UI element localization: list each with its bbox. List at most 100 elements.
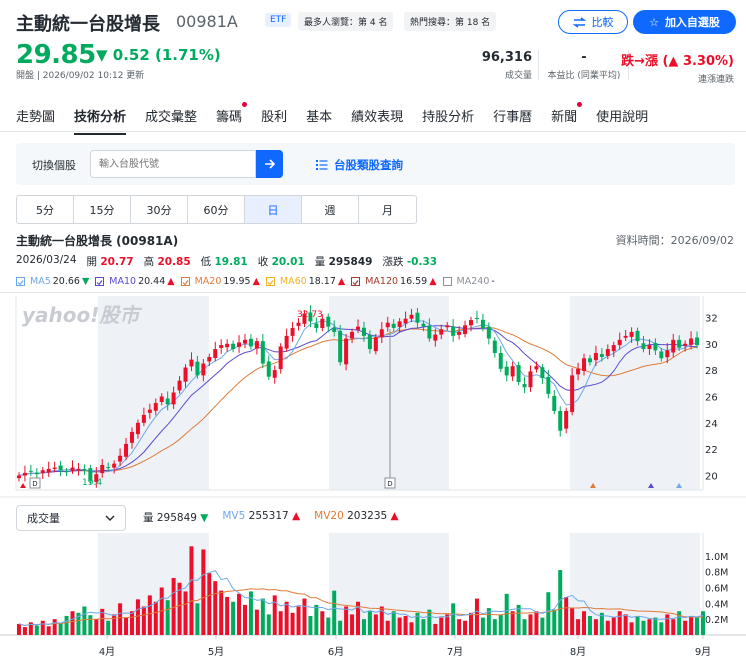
candle-body: [415, 312, 420, 323]
period-1[interactable]: 15分: [74, 196, 131, 223]
indicator-select[interactable]: 成交量: [16, 505, 126, 531]
volume-bar: [34, 625, 39, 635]
candle-body: [100, 464, 105, 474]
candle-body: [409, 314, 414, 319]
ohlc-high: 高 20.85: [144, 254, 191, 269]
period-3[interactable]: 60分: [188, 196, 245, 223]
volume-bar: [112, 614, 117, 635]
category-query-label: 台股類股查詢: [334, 158, 403, 172]
ma-item-5[interactable]: MA240-: [442, 276, 497, 287]
candle-body: [629, 331, 634, 337]
price-axis-tick: 30: [705, 340, 718, 351]
checkbox-icon: [351, 277, 361, 286]
stat-streak-label: 連漲連跌: [697, 75, 734, 85]
volume-bar: [219, 590, 224, 635]
volume-bar: [332, 590, 337, 635]
volume-bar: [284, 601, 289, 635]
volume-bar: [350, 614, 355, 635]
close-label: 收: [257, 256, 269, 268]
candle-body: [439, 329, 444, 335]
volume-info: 量 295849 ▼ MV5 255317 ▲ MV20 203235 ▲: [143, 510, 399, 525]
candle-body: [623, 335, 628, 338]
candle-body: [522, 384, 527, 388]
volume-bar: [421, 619, 426, 635]
compare-button[interactable]: 比較: [558, 10, 628, 34]
period-2[interactable]: 30分: [131, 196, 188, 223]
candle-body: [237, 342, 242, 347]
volume-bar: [647, 619, 652, 635]
volume-bar: [82, 606, 87, 635]
ohlc-close: 收 20.01: [258, 254, 305, 269]
candle-body: [34, 472, 39, 475]
candle-body: [177, 380, 182, 391]
price-axis-tick: 32: [705, 313, 718, 324]
volume-bar: [237, 593, 242, 635]
list-icon: [316, 160, 328, 170]
mv5-value: 255317: [248, 510, 289, 522]
candle-body: [671, 339, 676, 353]
candle-body: [463, 325, 468, 335]
period-5[interactable]: 週: [302, 196, 359, 223]
tab-divider: [0, 131, 746, 132]
volume-bar: [665, 614, 670, 635]
candle-body: [611, 345, 616, 352]
volume-bar: [141, 606, 146, 635]
period-6[interactable]: 月: [359, 196, 416, 223]
ohlc-change: 漲跌 -0.33: [382, 254, 437, 269]
volume-bar: [617, 611, 622, 635]
mv20-arrow: ▲: [390, 510, 399, 522]
volume-bar: [153, 601, 158, 635]
candle-body: [28, 470, 33, 472]
candle-body: [683, 343, 688, 346]
candle-body: [582, 358, 587, 371]
candle-body: [46, 468, 51, 473]
volume-bar: [469, 612, 474, 635]
ma-name: MA60: [279, 276, 307, 287]
ma-item-2[interactable]: MA20 19.95 ▲: [180, 276, 260, 287]
period-4[interactable]: 日: [245, 196, 302, 223]
candle-body: [391, 323, 396, 328]
candle-body: [213, 349, 218, 359]
volume-bar: [361, 619, 366, 635]
stock-search-input[interactable]: [90, 150, 256, 178]
ma-item-4[interactable]: MA120 16.59 ▲: [351, 276, 437, 287]
candle-body: [70, 467, 75, 471]
price-axis-tick: 22: [705, 445, 718, 456]
search-submit-button[interactable]: [256, 150, 283, 178]
month-band: [570, 296, 700, 490]
period-0[interactable]: 5分: [17, 196, 74, 223]
ma-item-0[interactable]: MA5 20.66 ▼: [16, 276, 89, 287]
price-volume-chart[interactable]: yahoo!股市 32 30 28 26 24 22 20 1.0M 0.8M 0.6M 0.4M 0.…: [0, 293, 746, 664]
add-favorite-button[interactable]: ☆ 加入自選股: [633, 10, 736, 34]
candle-body: [665, 350, 670, 358]
ma-item-1[interactable]: MA10 20.44 ▲: [95, 276, 175, 287]
candle-body: [480, 319, 485, 328]
candle-body: [564, 410, 569, 429]
candle-body: [260, 341, 265, 364]
volume-bar: [367, 611, 372, 635]
category-query-link[interactable]: 台股類股查詢: [316, 157, 403, 173]
candle-body: [225, 343, 230, 348]
high-annotation: 32.73: [297, 310, 323, 320]
volume-bar: [546, 592, 551, 635]
candle-body: [641, 343, 646, 350]
candle-body: [52, 467, 57, 469]
candle-body: [558, 410, 563, 431]
candle-body: [570, 375, 575, 413]
ma-item-3[interactable]: MA60 18.17 ▲: [265, 276, 345, 287]
checkbox-icon: [265, 277, 275, 286]
candle-body: [338, 330, 343, 363]
candle-body: [516, 365, 521, 382]
volume-bar: [242, 604, 247, 635]
open-value: 20.77: [100, 256, 134, 268]
candle-body: [278, 346, 283, 370]
volume-bar: [46, 626, 51, 635]
rank-badge-search: 熱門搜尋：第 18 名: [404, 12, 497, 31]
volume-bar: [124, 617, 129, 635]
candle-body: [361, 327, 366, 336]
volume-bar: [695, 617, 700, 635]
volume-axis-tick: 0.8M: [705, 568, 728, 579]
volume-bar: [451, 603, 456, 635]
candle-body: [231, 343, 236, 350]
candle-body: [64, 471, 69, 473]
